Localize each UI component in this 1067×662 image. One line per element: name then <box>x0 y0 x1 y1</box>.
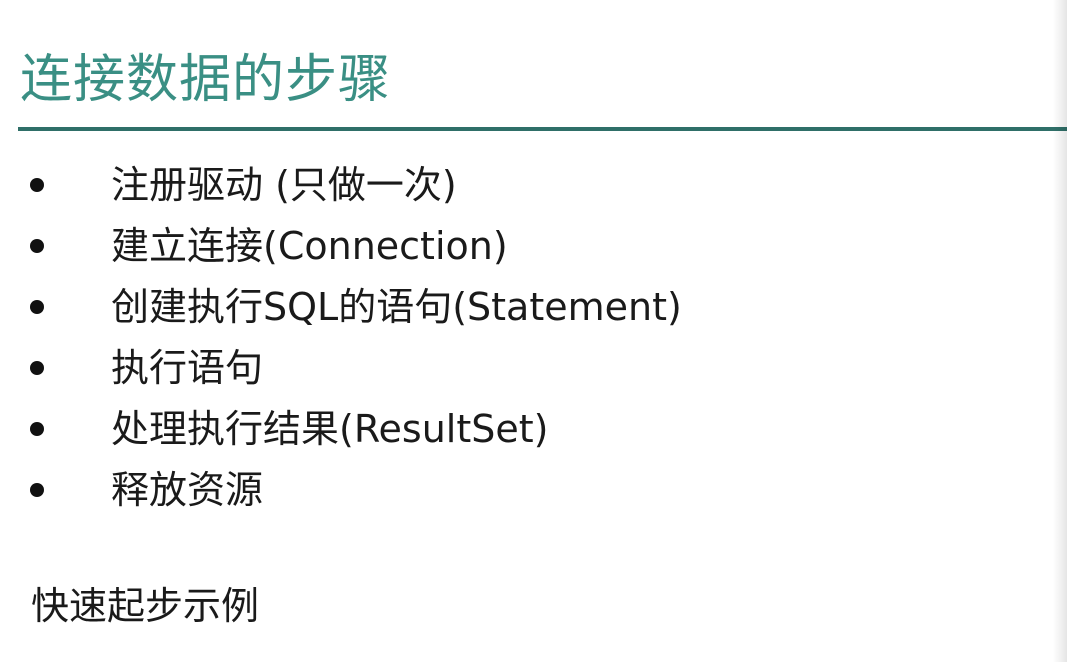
bullet-text: 建立连接(Connection) <box>111 224 508 268</box>
bullet-dot-icon <box>30 300 44 314</box>
slide-title: 连接数据的步骤 <box>20 50 392 110</box>
bullet-text: 释放资源 <box>111 468 264 512</box>
title-divider <box>18 127 1067 131</box>
quick-start-example-text: 快速起步示例 <box>31 584 260 628</box>
slide: 连接数据的步骤 注册驱动 (只做一次) 建立连接(Connection) 创建执… <box>0 0 1067 662</box>
bullet-text: 执行语句 <box>111 346 264 390</box>
bullet-text: 处理执行结果(ResultSet) <box>111 407 549 451</box>
bullet-dot-icon <box>30 239 44 253</box>
bullet-text: 创建执行SQL的语句(Statement) <box>111 285 682 329</box>
bullet-dot-icon <box>30 483 44 497</box>
page-edge-shadow <box>1053 0 1067 662</box>
bullet-dot-icon <box>30 422 44 436</box>
bullet-text: 注册驱动 (只做一次) <box>111 163 457 207</box>
bullet-dot-icon <box>30 178 44 192</box>
bullet-dot-icon <box>30 361 44 375</box>
